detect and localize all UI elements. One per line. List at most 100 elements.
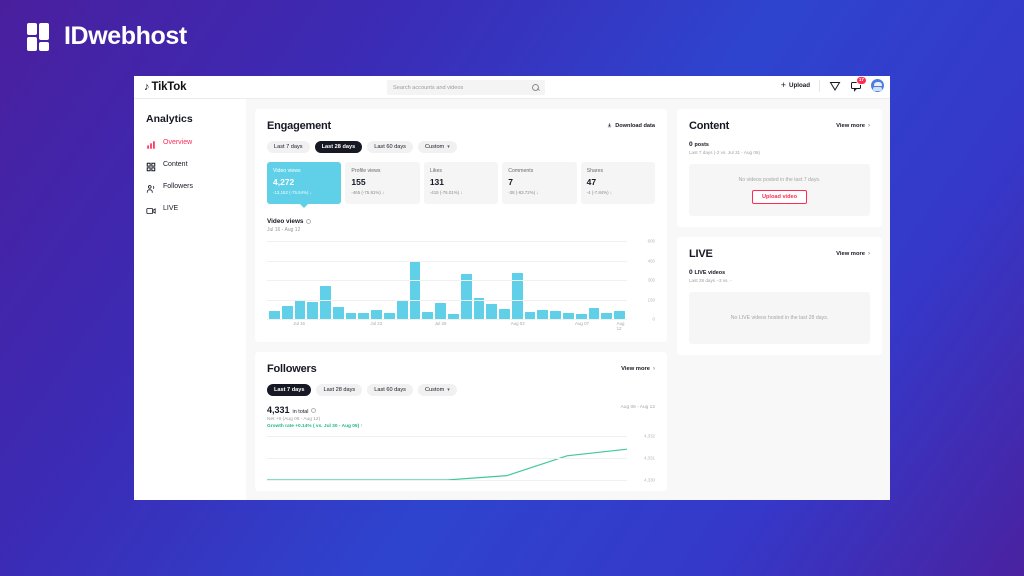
bar[interactable] [550, 310, 561, 319]
followers-total: 4,331 in total [267, 405, 363, 415]
search-placeholder: Search accounts and videos [393, 84, 464, 91]
upload-button[interactable]: + Upload [781, 81, 810, 90]
bar[interactable] [294, 299, 306, 319]
grid-icon [146, 159, 156, 172]
chart-subtitle: Jul 16 - Aug 12 [267, 227, 301, 233]
metric-shares[interactable]: Shares 47 -4 (-7.84%) ↓ [580, 162, 656, 204]
people-icon [146, 181, 156, 193]
arrow-down-icon: ↓ [536, 190, 539, 196]
info-icon[interactable] [306, 219, 312, 224]
metric-profile-views[interactable]: Profile views 155 -465 (-75.81%) ↓ [345, 162, 420, 204]
live-video-count: 0 LIVE videos [689, 269, 870, 276]
followers-date-range: Aug 06 - Aug 12 [620, 405, 655, 410]
content-meta: Last 7 days (-2 vs. Jul 31 - Aug 06) [689, 150, 760, 155]
chevron-down-icon: ▾ [447, 144, 450, 150]
upload-video-button[interactable]: Upload video [751, 189, 808, 204]
sidebar-item-overview[interactable]: Overview [146, 137, 246, 149]
sidebar-item-content[interactable]: Content [146, 159, 246, 172]
sidebar-item-label: Content [163, 160, 188, 168]
bar[interactable] [281, 306, 293, 319]
bar[interactable] [614, 311, 625, 319]
followers-growth-text: Growth rate +0.14% ( vs. Jul 30 - Aug 05… [267, 424, 360, 429]
bar[interactable] [307, 302, 319, 319]
live-count-value: 0 [689, 269, 693, 276]
followers-total-unit: in total [292, 409, 309, 415]
followers-tab-last-7-days[interactable]: Last 7 days [267, 384, 312, 396]
bar[interactable] [320, 285, 331, 319]
bar[interactable] [435, 303, 446, 319]
tab-custom[interactable]: Custom ▾ [417, 141, 457, 153]
tiktok-logo[interactable]: ♪ TikTok [144, 81, 187, 93]
followers-summary: 4,331 in total Net +6 (Aug 06 - Aug 12) … [267, 405, 655, 429]
arrow-down-icon: ↓ [460, 190, 463, 196]
bar[interactable] [332, 306, 344, 319]
avatar[interactable] [871, 79, 884, 92]
search-input[interactable]: Search accounts and videos [387, 80, 545, 95]
info-icon[interactable] [311, 408, 317, 413]
tab-last-60-days[interactable]: Last 60 days [367, 141, 413, 153]
message-badge: 17 [855, 76, 867, 85]
y-axis-tick: 4,330 [644, 477, 655, 483]
content-card: Content View more › 0 posts Last 7 days … [677, 109, 882, 227]
followers-tab-custom[interactable]: Custom ▾ [417, 384, 457, 396]
bar[interactable] [588, 307, 600, 319]
arrow-down-icon: ↓ [309, 190, 312, 196]
bar[interactable] [396, 300, 408, 319]
bar-chart-icon [146, 137, 156, 149]
metric-video-views[interactable]: Video views 4,272 -13,152 (-75.54%) ↓ [267, 162, 342, 208]
video-views-chart: Video views Jul 16 - Aug 12 0 150 300 450 60… [267, 218, 655, 331]
content-post-count: 0 posts [689, 141, 870, 148]
divider [819, 79, 820, 92]
bar[interactable] [409, 260, 421, 319]
bar[interactable] [524, 311, 536, 319]
paper-plane-icon[interactable] [829, 80, 841, 92]
metric-comments[interactable]: Comments 7 -38 (-83.72%) ↓ [502, 162, 577, 204]
metric-label: Comments [508, 168, 534, 174]
metric-delta: -4 (-7.84%) ↓ [587, 190, 649, 195]
metric-value: 131 [429, 177, 444, 187]
live-card-title: LIVE [689, 248, 713, 260]
bar[interactable] [486, 303, 498, 319]
bar[interactable] [537, 309, 549, 319]
download-data-button[interactable]: Download data [607, 122, 655, 130]
metric-value: 4,272 [273, 177, 295, 187]
followers-view-more[interactable]: View more › [621, 366, 655, 372]
chevron-down-icon: ▾ [447, 387, 450, 393]
live-view-more[interactable]: View more › [836, 251, 870, 257]
topbar-actions: + Upload 17 [781, 76, 884, 92]
sidebar-item-followers[interactable]: Followers [146, 181, 246, 193]
message-icon[interactable]: 17 [850, 76, 867, 92]
tiktok-analytics-window: ♪ TikTok Search accounts and videos + Up… [134, 76, 890, 500]
page-title: Analytics [146, 113, 193, 125]
live-card: LIVE View more › 0 LIVE videos Last 28 d… [677, 237, 882, 355]
metric-delta: -465 (-75.81%) ↓ [351, 190, 413, 195]
y-axis-tick: 4,331 [644, 455, 655, 461]
sidebar-item-live[interactable]: LIVE [146, 203, 246, 214]
bar[interactable] [473, 298, 485, 319]
arrow-down-icon: ↓ [381, 190, 385, 196]
bar-chart-x-axis: Jul 16 Jul 23 Jul 26 Aug 02 Aug 07 Aug 12 [267, 321, 627, 331]
bar[interactable] [371, 309, 383, 319]
sidebar: Analytics Overview Content Followers LIV… [134, 99, 246, 500]
tiktok-wordmark: TikTok [151, 81, 187, 93]
metric-likes[interactable]: Likes 131 -415 (-76.01%) ↓ [423, 162, 499, 204]
content-count-value: 0 [689, 141, 693, 148]
upload-button-label: Upload [789, 82, 810, 89]
followers-header: Followers View more › [267, 363, 655, 375]
tab-last-28-days[interactable]: Last 28 days [314, 141, 363, 153]
live-empty-state: No LIVE videos hosted in the last 28 day… [689, 292, 870, 344]
bar[interactable] [499, 309, 510, 319]
tab-last-7-days[interactable]: Last 7 days [267, 141, 310, 153]
bar[interactable] [269, 311, 280, 319]
live-card-header: LIVE View more › [689, 248, 870, 260]
followers-tab-last-60-days[interactable]: Last 60 days [367, 384, 413, 396]
bar[interactable] [422, 311, 434, 319]
sidebar-item-label: LIVE [163, 204, 179, 212]
followers-tab-last-28-days[interactable]: Last 28 days [316, 384, 363, 396]
grid-line [267, 260, 627, 262]
followers-tab-custom-label: Custom [424, 387, 445, 393]
content-view-more[interactable]: View more › [836, 123, 870, 129]
y-axis-tick: 300 [647, 277, 655, 283]
content-card-header: Content View more › [689, 120, 870, 132]
engagement-range-tabs: Last 7 days Last 28 days Last 60 days Cu… [267, 141, 655, 153]
